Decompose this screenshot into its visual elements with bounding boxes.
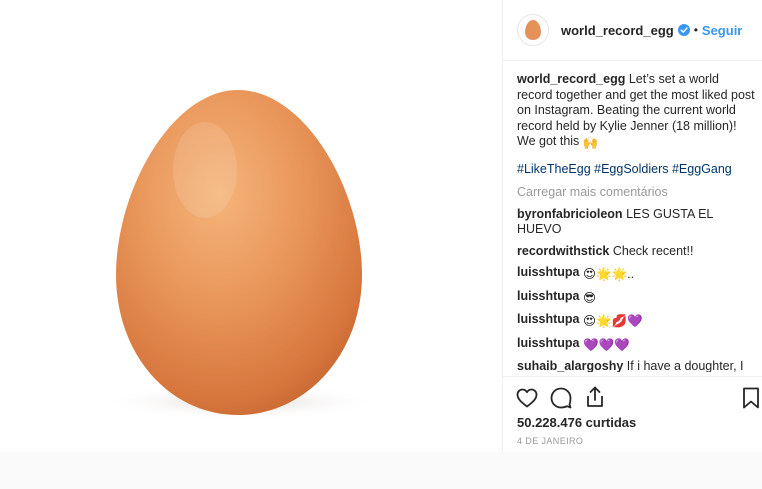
comment-text: Check recent!! xyxy=(612,243,694,258)
post-sidebar: world_record_egg • Seguir world_record_e… xyxy=(502,0,762,452)
comments-section[interactable]: world_record_egg Let’s set a world recor… xyxy=(517,72,757,372)
comment-emoji: 😍🌟💋💜 xyxy=(583,314,643,328)
heart-icon[interactable] xyxy=(515,386,539,410)
caption-emoji: 🙌 xyxy=(582,136,599,150)
egg-photo xyxy=(100,90,380,420)
comment-username[interactable]: luisshtupa xyxy=(517,312,580,326)
post-header: world_record_egg • Seguir xyxy=(503,0,762,61)
comment-item: luisshtupa 💜💜💜 xyxy=(517,336,757,354)
post-actions: 50.228.476 curtidas 4 DE JANEIRO xyxy=(503,376,762,452)
comment-item: luisshtupa 😎 xyxy=(517,289,757,307)
egg-shape xyxy=(116,90,362,415)
comment-emoji: 😍🌟🌟.. xyxy=(583,267,635,281)
header-separator: • xyxy=(693,23,698,37)
comment-icon[interactable] xyxy=(549,386,573,410)
share-icon[interactable] xyxy=(583,385,607,409)
post-caption: world_record_egg Let’s set a world recor… xyxy=(517,72,757,152)
comment-username[interactable]: luisshtupa xyxy=(517,336,580,350)
load-more-comments-button[interactable]: Carregar mais comentários xyxy=(517,185,757,201)
post-date: 4 DE JANEIRO xyxy=(517,436,584,446)
comment-username[interactable]: luisshtupa xyxy=(517,289,580,303)
comment-username[interactable]: recordwithstick xyxy=(517,244,609,258)
egg-avatar-icon xyxy=(525,20,541,40)
comment-username[interactable]: byronfabricioleon xyxy=(517,207,623,221)
comment-emoji: 💜💜💜 xyxy=(583,337,630,352)
likes-count[interactable]: 50.228.476 curtidas xyxy=(517,415,636,430)
egg-highlight xyxy=(173,122,237,218)
avatar[interactable] xyxy=(517,14,549,46)
caption-username[interactable]: world_record_egg xyxy=(517,72,625,86)
post-image[interactable] xyxy=(0,0,502,452)
caption-hashtags[interactable]: #LikeTheEgg #EggSoldiers #EggGang xyxy=(517,162,757,178)
comment-username[interactable]: luisshtupa xyxy=(517,265,580,279)
comment-username[interactable]: suhaib_alargoshy xyxy=(517,359,623,372)
comment-emoji: 😎 xyxy=(583,290,597,305)
header-username[interactable]: world_record_egg xyxy=(561,23,674,38)
instagram-post: world_record_egg • Seguir world_record_e… xyxy=(0,0,762,452)
comment-item: luisshtupa 😍🌟💋💜 xyxy=(517,312,757,330)
follow-button[interactable]: Seguir xyxy=(702,23,742,38)
comment-item: byronfabricioleon LES GUSTA EL HUEVO xyxy=(517,207,757,238)
verified-badge-icon xyxy=(677,24,690,36)
comment-item: suhaib_alargoshy If i have a doughter, I… xyxy=(517,359,757,372)
bookmark-icon[interactable] xyxy=(739,386,762,410)
comment-item: luisshtupa 😍🌟🌟.. xyxy=(517,265,757,283)
comment-item: recordwithstick Check recent!! xyxy=(517,244,757,260)
